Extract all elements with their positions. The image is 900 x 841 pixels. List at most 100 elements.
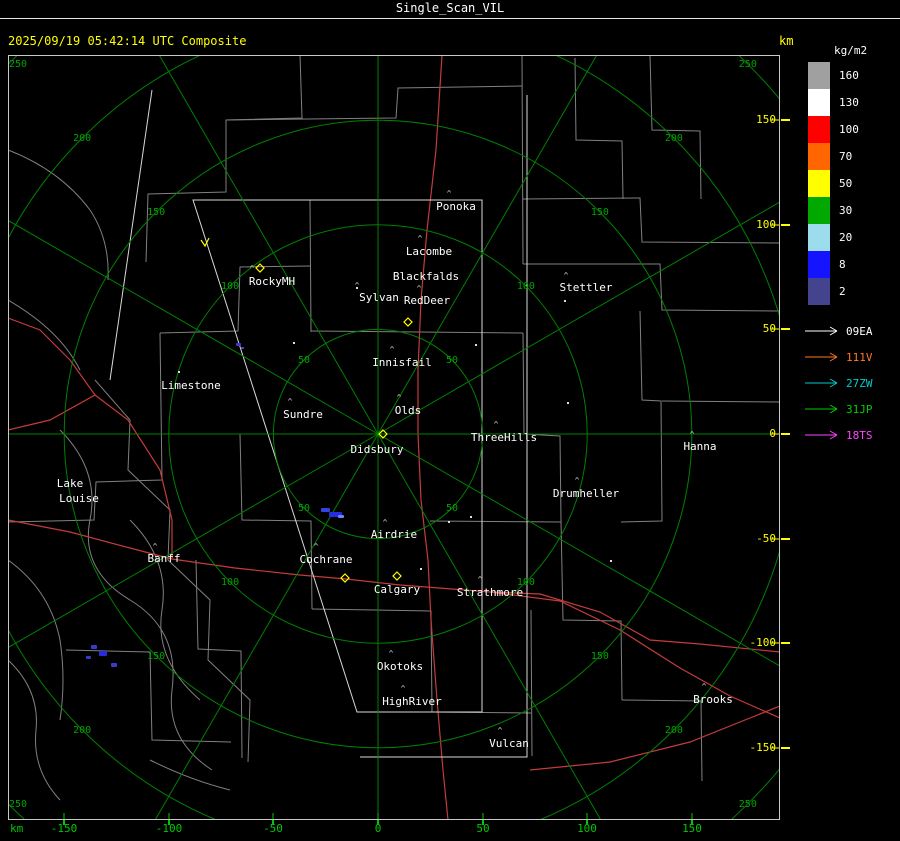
- bottom-axis-tick: [168, 820, 170, 825]
- town-dot: [420, 568, 422, 570]
- precip-echo: [321, 508, 330, 512]
- bottom-axis-tick: [691, 820, 693, 825]
- radar-id-label: 31JP: [846, 402, 873, 416]
- town-marker-icon: ^: [417, 284, 422, 293]
- bottom-axis-tick: [377, 820, 379, 825]
- range-ring-label: 50: [298, 355, 310, 366]
- radar-legend-row[interactable]: 31JP: [804, 396, 873, 422]
- vil-scale-row: 2: [808, 278, 859, 305]
- town-marker-icon: ^: [575, 476, 580, 485]
- city-label: HighRiver: [382, 695, 442, 708]
- city-label: Innisfail: [372, 356, 432, 369]
- vil-scale-swatch: [808, 197, 830, 224]
- vil-scale-value: 8: [839, 258, 846, 271]
- city-label: Louise: [59, 492, 99, 505]
- vil-scale-swatch: [808, 251, 830, 278]
- city-label: Calgary: [374, 583, 421, 596]
- radar-legend-row[interactable]: 18TS: [804, 422, 873, 448]
- right-axis-label: -100: [749, 636, 777, 649]
- radar-site-icon: [403, 317, 413, 327]
- vil-scale-row: 8: [808, 251, 859, 278]
- county-boundary-path: [310, 330, 524, 334]
- range-ring-label: 100: [221, 577, 239, 588]
- range-ring-label: 200: [665, 133, 683, 144]
- city-label: Hanna: [683, 440, 716, 453]
- precip-echo: [111, 663, 117, 667]
- town-marker-icon: ^: [702, 682, 707, 691]
- county-boundary-path: [225, 85, 523, 121]
- radar-id-label: 27ZW: [846, 376, 873, 390]
- city-label: Lake: [57, 477, 84, 490]
- radar-arrow-icon: [805, 378, 838, 388]
- range-ring-label: 250: [9, 799, 27, 810]
- vil-scale-row: 130: [808, 89, 859, 116]
- right-axis-tick: [781, 538, 790, 540]
- vil-scale-swatch: [808, 170, 830, 197]
- town-dot: [475, 344, 477, 346]
- radial-line: [158, 55, 379, 435]
- right-axis-unit: km: [779, 34, 794, 48]
- town-marker-icon: ^: [494, 420, 499, 429]
- range-ring-label: 250: [9, 59, 27, 70]
- radar-site-icon: [392, 571, 402, 581]
- county-boundary-path: [195, 559, 243, 759]
- city-label: Stettler: [560, 281, 613, 294]
- range-ring-label: 250: [739, 799, 757, 810]
- city-label: Ponoka: [436, 200, 476, 213]
- highway-path: [489, 591, 780, 719]
- highway-path: [489, 591, 780, 653]
- town-marker-icon: ^: [418, 234, 423, 243]
- highway-path: [529, 705, 780, 771]
- city-label: Blackfalds: [393, 270, 459, 283]
- town-marker-icon: ^: [314, 542, 319, 551]
- range-ring-label: 100: [221, 281, 239, 292]
- radar-id-label: 18TS: [846, 428, 873, 442]
- town-marker-icon: ^: [355, 281, 360, 290]
- right-axis-tick: [781, 747, 790, 749]
- town-marker-icon: ^: [389, 649, 394, 658]
- bottom-axis-tick: [482, 820, 484, 825]
- legend-unit-label: kg/m2: [834, 44, 868, 57]
- town-marker-icon: ^: [288, 397, 293, 406]
- highway-path: [8, 394, 173, 558]
- radar-legend-row[interactable]: 09EA: [804, 318, 873, 344]
- window-title-bar: Single_Scan_VIL: [0, 0, 900, 19]
- county-boundary-path: [149, 759, 231, 791]
- county-boundary-path: [521, 55, 524, 265]
- vil-scale-row: 50: [808, 170, 859, 197]
- right-axis-label: 100: [756, 218, 776, 231]
- window-title: Single_Scan_VIL: [395, 1, 505, 15]
- radar-legend-row[interactable]: 27ZW: [804, 370, 873, 396]
- bottom-axis-tick: [63, 820, 65, 825]
- county-boundary-path: [8, 659, 61, 801]
- range-ring-label: 150: [591, 207, 609, 218]
- range-ring-label: 200: [73, 725, 91, 736]
- precip-echo: [241, 347, 244, 349]
- city-label: RockyMH: [249, 275, 295, 288]
- radial-line: [8, 219, 379, 435]
- radar-site-icon: [255, 263, 265, 273]
- county-boundary-path: [560, 520, 623, 701]
- vil-scale-row: 20: [808, 224, 859, 251]
- right-axis-label: 0: [769, 427, 776, 440]
- city-label: Limestone: [161, 379, 221, 392]
- range-ring-label: 50: [298, 503, 310, 514]
- right-axis-tick: [781, 433, 790, 435]
- town-marker-icon: ^: [478, 575, 483, 584]
- radar-map[interactable]: 50 100 150 200 250 50 100 150 200 250 50 100 150 200 2…: [8, 55, 780, 820]
- right-axis-tick: [781, 642, 790, 644]
- vil-scale-swatch: [808, 224, 830, 251]
- city-label: Strathmore: [457, 586, 523, 599]
- range-ring-label: 150: [147, 207, 165, 218]
- vil-scale-swatch: [808, 278, 830, 305]
- bottom-axis-tick: [272, 820, 274, 825]
- radar-arrow-icon: [805, 430, 838, 440]
- radar-legend-row[interactable]: 111V: [804, 344, 873, 370]
- town-marker-icon: ^: [153, 542, 158, 551]
- vil-scale-value: 70: [839, 150, 853, 163]
- county-boundary-path: [94, 379, 251, 763]
- range-ring-label: 200: [73, 133, 91, 144]
- town-marker-icon: ^: [383, 518, 388, 527]
- county-boundary-path: [8, 149, 109, 281]
- precip-echo: [91, 645, 97, 649]
